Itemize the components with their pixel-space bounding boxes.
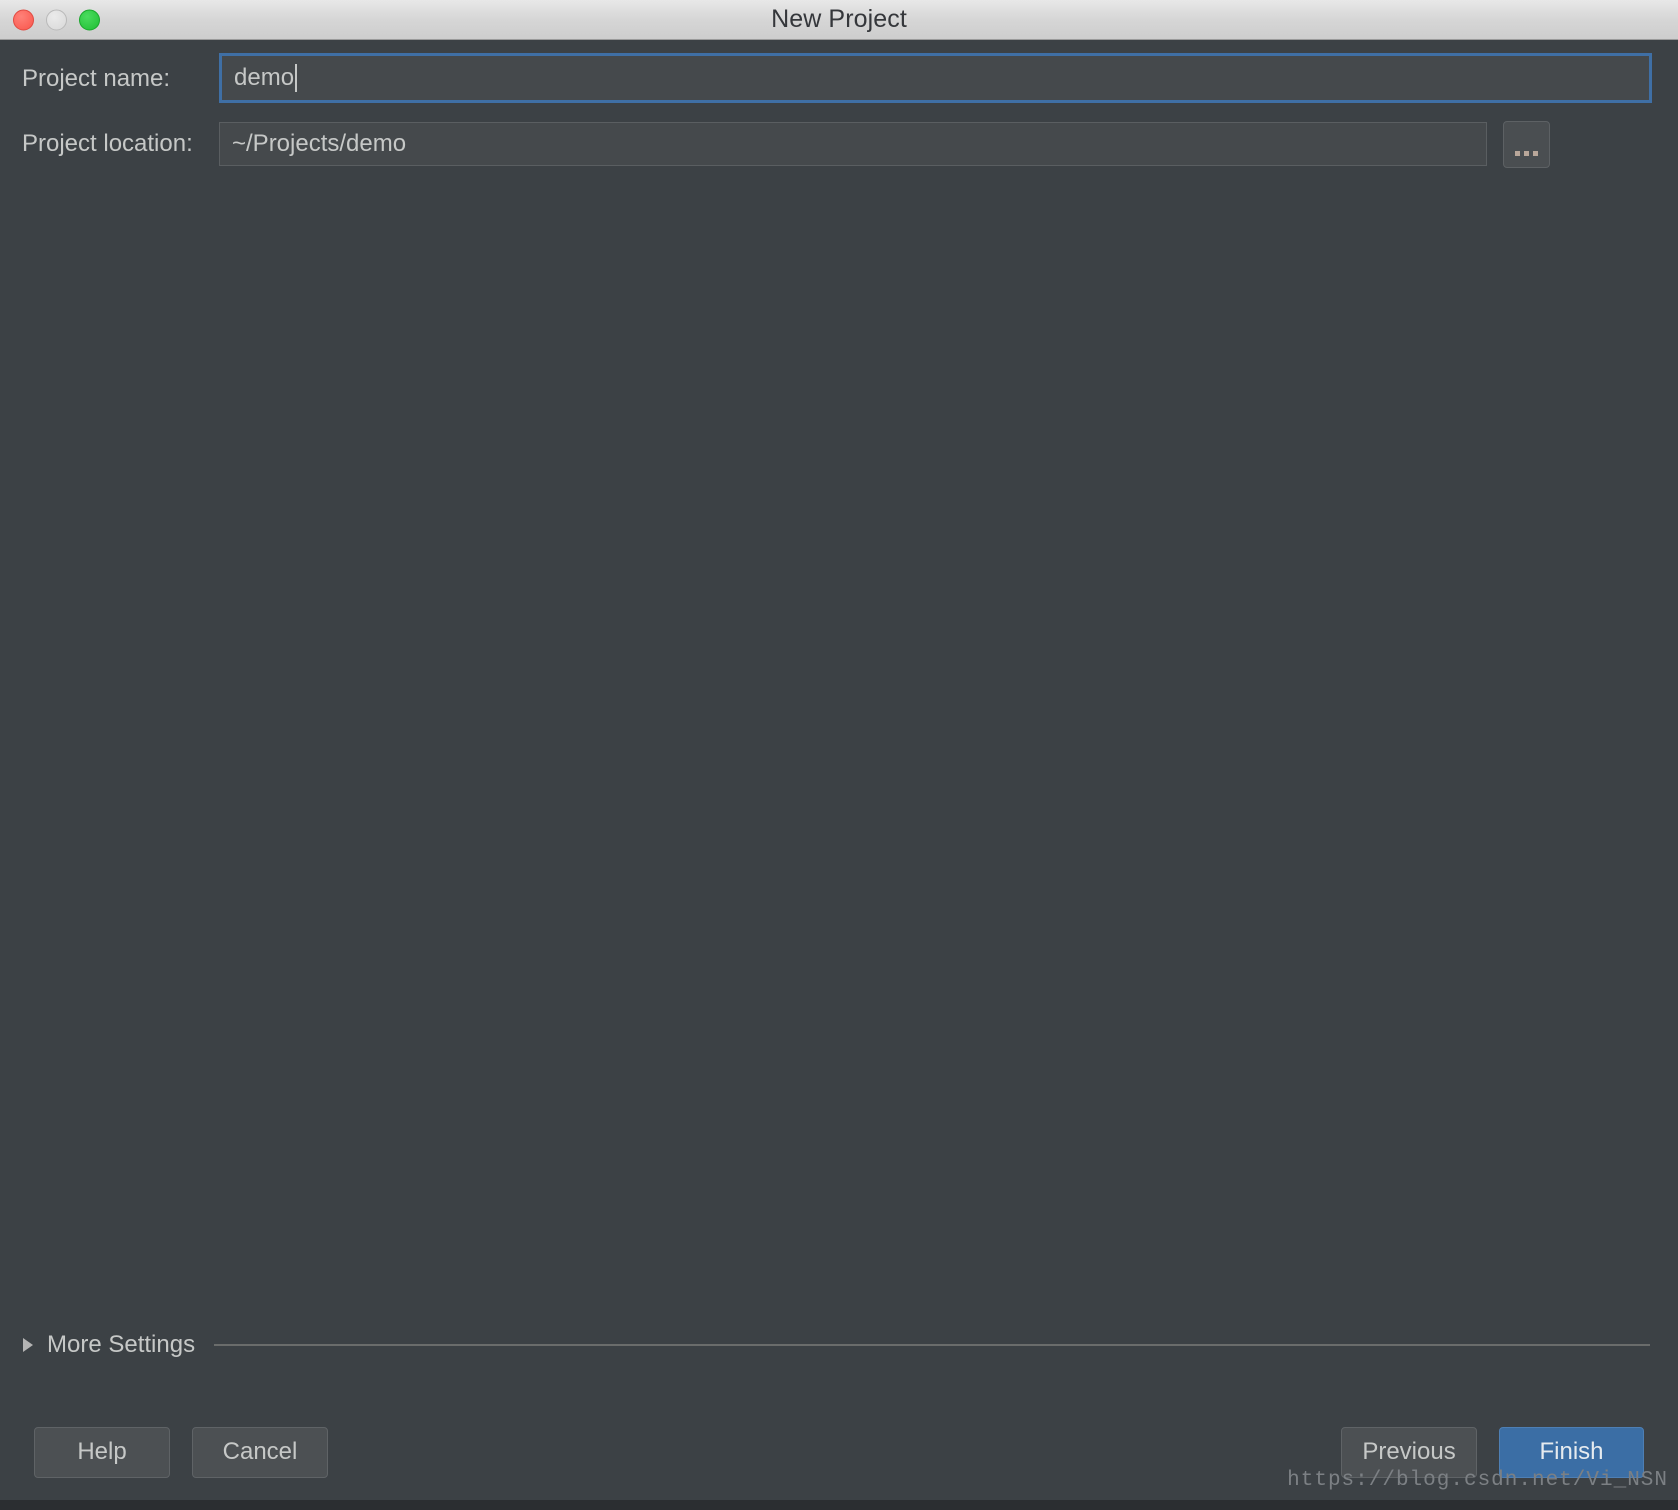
minimize-window-icon[interactable] — [46, 9, 67, 30]
ellipsis-icon-dot — [1533, 150, 1538, 156]
close-window-icon[interactable] — [13, 9, 34, 30]
maximize-window-icon[interactable] — [79, 9, 100, 30]
project-location-value: ~/Projects/demo — [232, 130, 407, 157]
project-name-value: demo — [234, 63, 295, 91]
chevron-right-icon — [23, 1338, 33, 1352]
ellipsis-icon-dot — [1515, 150, 1520, 156]
more-settings-section[interactable]: More Settings — [0, 1331, 1678, 1359]
window-bottom-edge — [0, 1500, 1678, 1510]
dialog-button-bar: Help Cancel Previous Finish https://blog… — [0, 1404, 1678, 1500]
left-button-group: Help Cancel — [34, 1426, 328, 1478]
browse-folder-button[interactable] — [1503, 120, 1550, 168]
dialog-body: Project name: demo Project location: ~/P… — [0, 40, 1678, 1510]
watermark-text: https://blog.csdn.net/Vi_NSN — [1287, 1469, 1668, 1492]
window-title: New Project — [771, 5, 907, 33]
ellipsis-icon-dot — [1524, 150, 1529, 156]
window-controls — [13, 9, 100, 30]
new-project-dialog: New Project Project name: demo Project l… — [0, 0, 1678, 1510]
title-bar: New Project — [0, 0, 1678, 40]
section-divider — [214, 1344, 1650, 1346]
cancel-button[interactable]: Cancel — [192, 1426, 328, 1478]
text-caret — [295, 63, 298, 92]
project-location-row: Project location: ~/Projects/demo — [0, 120, 1678, 168]
project-name-label: Project name: — [22, 65, 171, 92]
help-button[interactable]: Help — [34, 1426, 170, 1478]
more-settings-label: More Settings — [47, 1331, 196, 1358]
project-name-input[interactable]: demo — [219, 52, 1652, 103]
project-location-input[interactable]: ~/Projects/demo — [219, 122, 1487, 166]
project-location-label: Project location: — [22, 130, 193, 157]
project-form: Project name: demo Project location: ~/P… — [0, 40, 1678, 168]
project-name-row: Project name: demo — [0, 52, 1678, 103]
